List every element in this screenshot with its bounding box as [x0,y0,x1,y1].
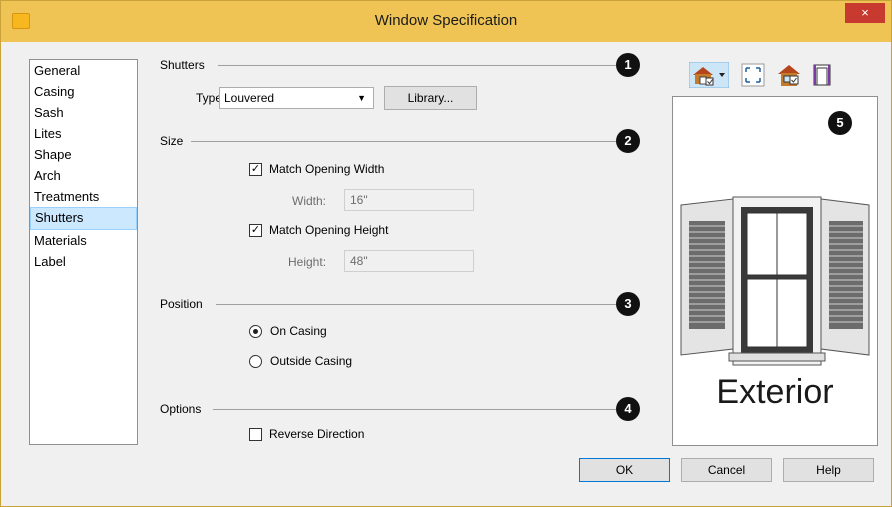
ok-button[interactable]: OK [579,458,670,482]
width-label: Width: [292,194,327,208]
reverse-direction-label: Reverse Direction [269,427,365,441]
title-bar: Window Specification × [1,1,891,42]
height-field[interactable]: 48" [344,250,474,272]
marker-4: 4 [616,397,640,421]
sidebar-item-shutters[interactable]: Shutters [30,207,137,230]
preview-label: Exterior [716,373,834,411]
position-group-label: Position [160,297,203,311]
options-divider [213,409,616,410]
category-list[interactable]: General Casing Sash Lites Shape Arch Tre… [29,59,138,445]
exterior-window-graphic [680,196,870,366]
match-width-checkbox[interactable]: ✓ [249,163,262,176]
window-specification-dialog: Window Specification × General Casing Sa… [0,0,892,507]
sidebar-item-treatments[interactable]: Treatments [30,186,137,207]
library-button[interactable]: Library... [384,86,477,110]
sidebar-item-label[interactable]: Label [30,251,137,272]
type-select[interactable]: Louvered ▼ [219,87,374,109]
shutter-preview: 5 Exterior [672,96,878,446]
cancel-button[interactable]: Cancel [681,458,772,482]
sidebar-item-casing[interactable]: Casing [30,81,137,102]
fill-window-icon[interactable] [740,62,766,88]
sidebar-item-lites[interactable]: Lites [30,123,137,144]
sidebar-item-materials[interactable]: Materials [30,230,137,251]
dialog-title: Window Specification [374,12,518,29]
house-view-icon[interactable] [688,61,730,89]
sidebar-item-shape[interactable]: Shape [30,144,137,165]
chevron-down-icon: ▼ [357,93,366,103]
shutters-group-label: Shutters [160,58,205,72]
shutters-divider [218,65,616,66]
display-options-icon[interactable] [776,62,802,88]
dialog-body: General Casing Sash Lites Shape Arch Tre… [8,42,884,494]
help-button[interactable]: Help [783,458,874,482]
position-divider [216,304,616,305]
marker-3: 3 [616,292,640,316]
match-width-label: Match Opening Width [269,162,385,176]
height-label: Height: [288,255,327,269]
on-casing-radio[interactable] [249,325,262,338]
sidebar-item-sash[interactable]: Sash [30,102,137,123]
match-height-label: Match Opening Height [269,223,389,237]
options-group-label: Options [160,402,202,416]
sidebar-item-arch[interactable]: Arch [30,165,137,186]
sidebar-item-general[interactable]: General [30,60,137,81]
outside-casing-label: Outside Casing [270,354,353,368]
reverse-direction-checkbox[interactable] [249,428,262,441]
outside-casing-radio[interactable] [249,355,262,368]
on-casing-label: On Casing [270,324,327,338]
size-group-label: Size [160,134,184,148]
close-button[interactable]: × [845,3,885,23]
color-icon[interactable] [809,62,835,88]
match-height-checkbox[interactable]: ✓ [249,224,262,237]
size-divider [191,141,616,142]
marker-1: 1 [616,53,640,77]
type-select-value: Louvered [224,91,275,105]
width-field[interactable]: 16" [344,189,474,211]
marker-2: 2 [616,129,640,153]
marker-5: 5 [828,111,852,135]
